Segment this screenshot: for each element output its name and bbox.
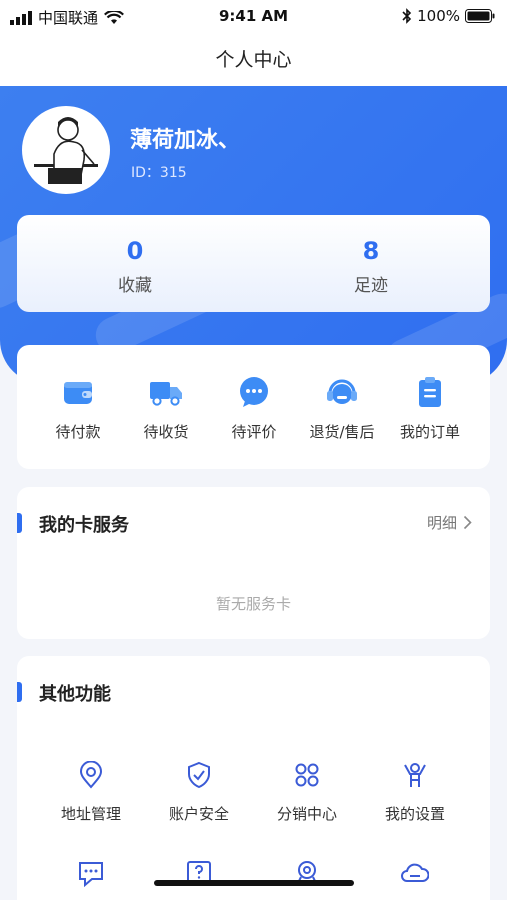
card-service-title: 我的卡服务 <box>39 515 129 536</box>
order-pending-receipt[interactable]: 待收货 <box>119 375 213 442</box>
order-returns-label: 退货/售后 <box>309 423 375 441</box>
func-messages[interactable] <box>37 859 145 887</box>
order-my-orders[interactable]: 我的订单 <box>383 375 477 442</box>
func-my-settings[interactable]: 我的设置 <box>361 761 469 824</box>
stat-footprints[interactable]: 8 足迹 <box>253 237 489 296</box>
status-right: 100% <box>402 7 495 25</box>
stat-footprints-label: 足迹 <box>354 276 388 296</box>
location-pin-icon <box>79 761 103 789</box>
func-address-management[interactable]: 地址管理 <box>37 761 145 824</box>
func-cloud[interactable] <box>361 859 469 887</box>
status-bar: 中国联通 9:41 AM 100% <box>0 0 507 34</box>
stat-favorites-label: 收藏 <box>118 276 152 296</box>
cloud-icon <box>401 863 429 882</box>
func-distribution-center[interactable]: 分销中心 <box>253 761 361 824</box>
card-service-detail-link[interactable]: 明细 <box>427 512 472 533</box>
card-service-header: 我的卡服务 明细 <box>17 511 490 536</box>
card-service-detail-label: 明细 <box>426 514 457 532</box>
chat-bubble-icon <box>240 377 268 407</box>
person-settings-icon <box>404 763 426 787</box>
section-accent-bar <box>17 682 22 702</box>
shield-check-icon <box>188 761 210 789</box>
other-functions-header: 其他功能 <box>17 680 490 705</box>
order-pending-review[interactable]: 待评价 <box>207 375 301 442</box>
wallet-icon <box>64 382 92 404</box>
page-title: 个人中心 <box>215 49 292 71</box>
func-my-settings-label: 我的设置 <box>384 805 445 823</box>
truck-icon <box>150 382 182 406</box>
avatar-illustration-icon <box>24 108 108 192</box>
order-pending-payment[interactable]: 待付款 <box>31 375 125 442</box>
battery-icon <box>465 9 495 23</box>
func-account-security-label: 账户安全 <box>168 805 229 823</box>
stats-card: 0 收藏 8 足迹 <box>17 215 490 312</box>
order-pending-payment-label: 待付款 <box>55 423 101 441</box>
message-icon <box>79 862 103 887</box>
func-account-security[interactable]: 账户安全 <box>145 761 253 824</box>
headset-icon <box>327 379 357 404</box>
user-name: 薄荷加冰、 <box>130 128 241 153</box>
grid-apps-icon <box>295 763 319 787</box>
bluetooth-icon <box>402 8 412 24</box>
stat-favorites[interactable]: 0 收藏 <box>17 237 253 296</box>
order-pending-review-label: 待评价 <box>231 423 277 441</box>
section-accent-bar <box>17 513 22 533</box>
order-pending-receipt-label: 待收货 <box>143 423 189 441</box>
avatar[interactable] <box>22 106 110 194</box>
stat-footprints-value: 8 <box>362 237 380 265</box>
func-address-management-label: 地址管理 <box>60 805 121 823</box>
orders-card: 待付款 待收货 待评价 退货/售后 我的订单 <box>17 345 490 469</box>
card-service-empty-text: 暂无服务卡 <box>215 595 291 613</box>
user-id: ID：315 <box>131 165 187 181</box>
chevron-right-icon <box>463 515 472 530</box>
func-distribution-center-label: 分销中心 <box>276 805 337 823</box>
other-functions-title: 其他功能 <box>39 684 111 705</box>
clipboard-icon <box>419 377 441 407</box>
stat-favorites-value: 0 <box>126 237 144 265</box>
order-returns[interactable]: 退货/售后 <box>295 375 389 442</box>
home-indicator <box>154 880 354 886</box>
nav-bar: 个人中心 <box>0 34 507 86</box>
other-functions-section: 其他功能 地址管理 账户安全 分销中心 我的设置 <box>17 656 490 900</box>
card-service-section: 我的卡服务 明细 暂无服务卡 <box>17 487 490 639</box>
order-my-orders-label: 我的订单 <box>399 423 460 441</box>
battery-percent: 100% <box>417 7 460 25</box>
